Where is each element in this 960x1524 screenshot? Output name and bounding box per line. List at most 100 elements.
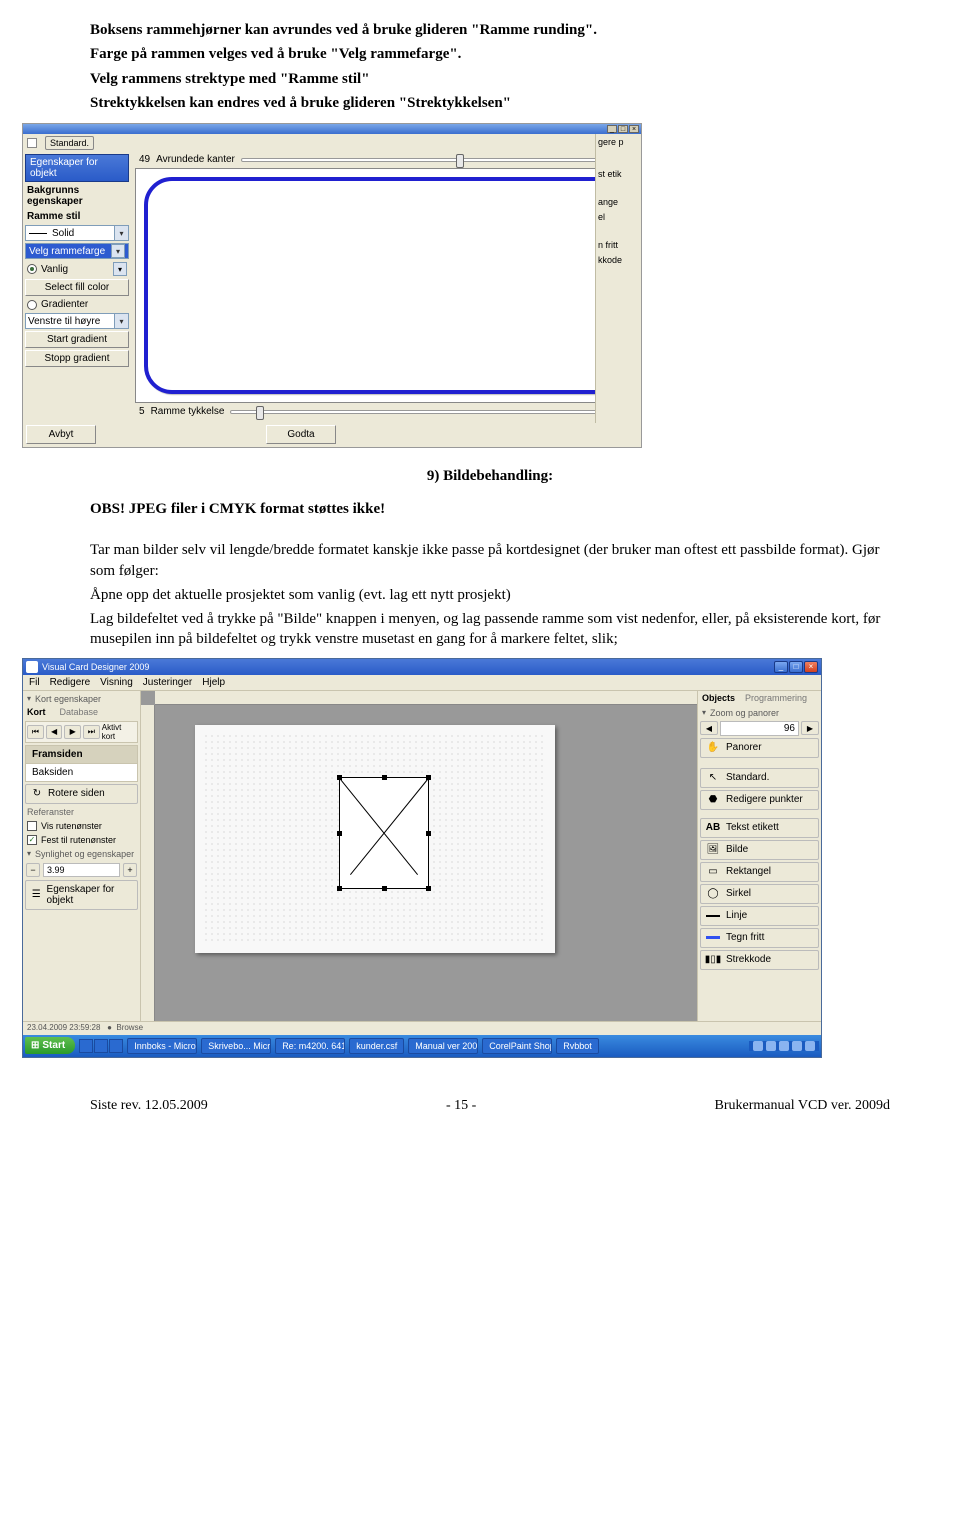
panel-header-kort[interactable]: ▾Kort egenskaper: [25, 693, 138, 705]
tray-icon[interactable]: [792, 1041, 802, 1051]
corner-radius-slider[interactable]: 49 Avrundede kanter: [133, 154, 637, 168]
slider-thumb-icon[interactable]: [256, 406, 264, 420]
panel-header-zoom[interactable]: ▾Zoom og panorer: [700, 707, 819, 719]
menu-justeringer[interactable]: Justeringer: [143, 677, 192, 688]
next-icon[interactable]: ▶: [64, 725, 81, 739]
close-icon[interactable]: ×: [804, 661, 818, 673]
menu-hjelp[interactable]: Hjelp: [202, 677, 225, 688]
rotate-button[interactable]: ↻Rotere siden: [25, 784, 138, 804]
freehand-tool-button[interactable]: Tegn fritt: [700, 928, 819, 948]
radio-gradients[interactable]: Gradienter: [25, 298, 129, 311]
chk-grid[interactable]: Vis rutenønster: [25, 820, 138, 832]
resize-handle-icon[interactable]: [337, 831, 342, 836]
taskbar-item[interactable]: Re: m4200. 641...: [275, 1038, 345, 1054]
tab-kort[interactable]: Kort: [27, 707, 46, 717]
ql-icon[interactable]: [109, 1039, 123, 1053]
panel-header-synlighet[interactable]: ▾Synlighet og egenskaper: [25, 848, 138, 860]
tray-icon[interactable]: [805, 1041, 815, 1051]
menu-visning[interactable]: Visning: [100, 677, 133, 688]
tab-objects[interactable]: Objects: [702, 693, 735, 703]
resize-handle-icon[interactable]: [337, 775, 342, 780]
ql-icon[interactable]: [79, 1039, 93, 1053]
card-surface[interactable]: [195, 725, 555, 953]
system-tray[interactable]: [749, 1041, 819, 1051]
resize-handle-icon[interactable]: [382, 775, 387, 780]
tab-programming[interactable]: Programmering: [745, 693, 807, 703]
menu-fil[interactable]: Fil: [29, 677, 40, 688]
line-tool-button[interactable]: Linje: [700, 906, 819, 926]
gradient-stop-button[interactable]: Stopp gradient: [25, 350, 129, 367]
decrement-icon[interactable]: ◀: [700, 721, 718, 735]
zoom-num-value[interactable]: 96: [720, 721, 799, 736]
slider-thumb-icon[interactable]: [456, 154, 464, 168]
barcode-tool-button[interactable]: ▮▯▮Strekkode: [700, 950, 819, 970]
chk-snap[interactable]: ✓Fest til rutenønster: [25, 834, 138, 846]
gradient-direction-select[interactable]: Venstre til høyre ▾: [25, 313, 129, 329]
toolbar-standard-button[interactable]: Standard.: [45, 136, 94, 150]
tab-front[interactable]: Framsiden: [26, 746, 137, 764]
resize-handle-icon[interactable]: [426, 886, 431, 891]
text-tool-button[interactable]: ABTekst etikett: [700, 818, 819, 838]
ql-icon[interactable]: [94, 1039, 108, 1053]
tray-icon[interactable]: [753, 1041, 763, 1051]
zoom-in-icon[interactable]: +: [123, 863, 137, 877]
chevron-down-icon[interactable]: ▾: [113, 262, 127, 276]
tray-icon[interactable]: [766, 1041, 776, 1051]
maximize-icon[interactable]: □: [789, 661, 803, 673]
resize-handle-icon[interactable]: [337, 886, 342, 891]
chevron-down-icon[interactable]: ▾: [114, 226, 128, 240]
pan-button[interactable]: ✋Panorer: [700, 738, 819, 758]
radio-vanlig[interactable]: Vanlig ▾: [25, 261, 129, 277]
close-icon[interactable]: ×: [629, 125, 639, 133]
resize-handle-icon[interactable]: [382, 886, 387, 891]
design-canvas[interactable]: [141, 691, 697, 1021]
last-icon[interactable]: ⏭: [83, 725, 100, 739]
frame-color-button[interactable]: Velg rammefarge ▾: [25, 243, 129, 259]
strip-item[interactable]: st etik: [597, 168, 640, 180]
taskbar-item[interactable]: Skrivebo... Microso...: [201, 1038, 271, 1054]
maximize-icon[interactable]: □: [618, 125, 628, 133]
image-tool-button[interactable]: 🖼Bilde: [700, 840, 819, 860]
outer-titlebar: _ □ ×: [23, 124, 641, 134]
minimize-icon[interactable]: _: [774, 661, 788, 673]
strip-item[interactable]: gere p: [597, 136, 640, 148]
increment-icon[interactable]: ▶: [801, 721, 819, 735]
tab-database[interactable]: Database: [60, 707, 99, 717]
resize-handle-icon[interactable]: [426, 831, 431, 836]
chevron-down-icon[interactable]: ▾: [111, 244, 125, 258]
resize-handle-icon[interactable]: [426, 775, 431, 780]
taskbar-item[interactable]: kunder.csf: [349, 1038, 404, 1054]
fill-color-button[interactable]: Select fill color: [25, 279, 129, 296]
circle-tool-button[interactable]: ◯Sirkel: [700, 884, 819, 904]
menu-redigere[interactable]: Redigere: [50, 677, 91, 688]
strip-item[interactable]: el: [597, 211, 640, 223]
frame-style-select[interactable]: Solid ▾: [25, 225, 129, 241]
standard-button[interactable]: ↖Standard.: [700, 768, 819, 788]
strip-item[interactable]: ange: [597, 196, 640, 208]
zoom-out-icon[interactable]: −: [26, 863, 40, 877]
tab-back[interactable]: Baksiden: [26, 764, 137, 781]
thickness-slider[interactable]: 5 Ramme tykkelse: [133, 406, 637, 420]
image-field-selected[interactable]: [339, 777, 429, 889]
taskbar-item[interactable]: Innboks - Micros...: [127, 1038, 197, 1054]
cancel-button[interactable]: Avbyt: [26, 425, 96, 444]
gradient-start-button[interactable]: Start gradient: [25, 331, 129, 348]
start-button[interactable]: ⊞Start: [25, 1037, 75, 1054]
prev-icon[interactable]: ◀: [46, 725, 63, 739]
chevron-down-icon[interactable]: ▾: [114, 314, 128, 328]
taskbar-item[interactable]: Rvbbot: [556, 1038, 599, 1054]
strip-item[interactable]: kkode: [597, 254, 640, 266]
first-icon[interactable]: ⏮: [27, 725, 44, 739]
tray-icon[interactable]: [779, 1041, 789, 1051]
properties-button[interactable]: ☰Egenskaper for objekt: [25, 880, 138, 910]
strip-item[interactable]: n fritt: [597, 239, 640, 251]
checkbox-icon[interactable]: [27, 138, 37, 148]
taskbar-item[interactable]: Manual ver 2009...: [408, 1038, 478, 1054]
taskbar-item[interactable]: CorelPaint Shop...: [482, 1038, 552, 1054]
zoom-value[interactable]: 3.99: [43, 863, 120, 877]
minimize-icon[interactable]: _: [607, 125, 617, 133]
rectangle-tool-button[interactable]: ▭Rektangel: [700, 862, 819, 882]
ok-button[interactable]: Godta: [266, 425, 336, 444]
tool-label: Bilde: [726, 844, 748, 855]
edit-points-button[interactable]: ⬣Redigere punkter: [700, 790, 819, 810]
